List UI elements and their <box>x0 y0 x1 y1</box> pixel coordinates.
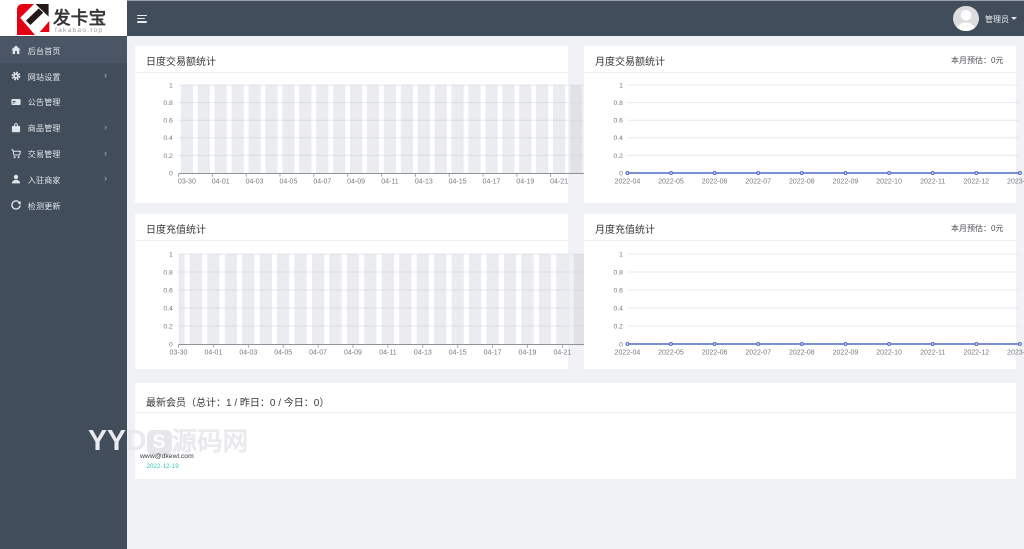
svg-text:0.8: 0.8 <box>613 100 623 107</box>
svg-text:0: 0 <box>619 341 623 348</box>
svg-text:04-03: 04-03 <box>239 350 257 357</box>
svg-text:04-17: 04-17 <box>484 350 502 357</box>
svg-text:0.6: 0.6 <box>163 287 173 294</box>
svg-text:1: 1 <box>169 82 173 89</box>
svg-text:2023-01: 2023-01 <box>1007 179 1024 186</box>
svg-text:04-03: 04-03 <box>246 179 264 186</box>
svg-text:03-30: 03-30 <box>170 350 188 357</box>
svg-text:2022-07: 2022-07 <box>745 179 771 186</box>
svg-text:04-05: 04-05 <box>274 350 292 357</box>
svg-text:04-13: 04-13 <box>415 179 433 186</box>
svg-text:04-21: 04-21 <box>553 350 571 357</box>
svg-text:04-05: 04-05 <box>279 179 297 186</box>
svg-text:2022-06: 2022-06 <box>702 179 728 186</box>
svg-text:0.2: 0.2 <box>163 153 173 160</box>
svg-text:04-15: 04-15 <box>449 350 467 357</box>
svg-text:2022-12: 2022-12 <box>963 350 989 357</box>
svg-text:2022-05: 2022-05 <box>658 179 684 186</box>
svg-text:0.4: 0.4 <box>613 305 623 312</box>
svg-text:1: 1 <box>619 251 623 258</box>
svg-text:04-09: 04-09 <box>347 179 365 186</box>
svg-text:2022-07: 2022-07 <box>745 350 771 357</box>
svg-text:0.8: 0.8 <box>163 269 173 276</box>
svg-text:2022-05: 2022-05 <box>658 350 684 357</box>
svg-text:2022-11: 2022-11 <box>920 179 945 186</box>
svg-text:0.2: 0.2 <box>163 323 173 330</box>
svg-text:04-07: 04-07 <box>309 350 327 357</box>
svg-text:2022-08: 2022-08 <box>789 179 815 186</box>
svg-text:2022-11: 2022-11 <box>920 350 945 357</box>
svg-text:2022-12: 2022-12 <box>963 179 989 186</box>
svg-text:1: 1 <box>619 82 623 89</box>
svg-text:0.4: 0.4 <box>613 135 623 142</box>
svg-text:0.8: 0.8 <box>163 100 173 107</box>
svg-text:04-15: 04-15 <box>449 179 467 186</box>
svg-text:2022-10: 2022-10 <box>876 350 902 357</box>
svg-text:04-11: 04-11 <box>379 350 396 357</box>
svg-text:2023-01: 2023-01 <box>1007 350 1024 357</box>
svg-text:0.4: 0.4 <box>163 305 173 312</box>
svg-text:2022-10: 2022-10 <box>876 179 902 186</box>
svg-text:04-01: 04-01 <box>212 179 230 186</box>
svg-text:04-17: 04-17 <box>483 179 501 186</box>
svg-text:1: 1 <box>169 251 173 258</box>
svg-text:2022-06: 2022-06 <box>702 350 728 357</box>
svg-text:0: 0 <box>169 341 173 348</box>
svg-text:2022-09: 2022-09 <box>833 350 859 357</box>
svg-text:04-19: 04-19 <box>519 350 537 357</box>
svg-text:0.6: 0.6 <box>613 118 623 125</box>
svg-text:0.6: 0.6 <box>163 118 173 125</box>
svg-text:0.8: 0.8 <box>613 269 623 276</box>
svg-text:0.2: 0.2 <box>613 153 623 160</box>
svg-text:04-01: 04-01 <box>204 350 222 357</box>
svg-text:0.6: 0.6 <box>613 287 623 294</box>
svg-text:03-30: 03-30 <box>178 179 196 186</box>
svg-text:04-11: 04-11 <box>381 179 398 186</box>
svg-text:04-21: 04-21 <box>550 179 568 186</box>
svg-text:2022-04: 2022-04 <box>615 179 641 186</box>
svg-text:0: 0 <box>169 170 173 177</box>
svg-text:04-09: 04-09 <box>344 350 362 357</box>
svg-text:0: 0 <box>619 170 623 177</box>
svg-text:2022-08: 2022-08 <box>789 350 815 357</box>
svg-text:2022-04: 2022-04 <box>615 350 641 357</box>
svg-text:04-13: 04-13 <box>414 350 432 357</box>
svg-text:04-07: 04-07 <box>313 179 331 186</box>
svg-text:2022-09: 2022-09 <box>833 179 859 186</box>
svg-text:0.4: 0.4 <box>163 135 173 142</box>
svg-text:04-19: 04-19 <box>516 179 534 186</box>
svg-text:0.2: 0.2 <box>613 323 623 330</box>
